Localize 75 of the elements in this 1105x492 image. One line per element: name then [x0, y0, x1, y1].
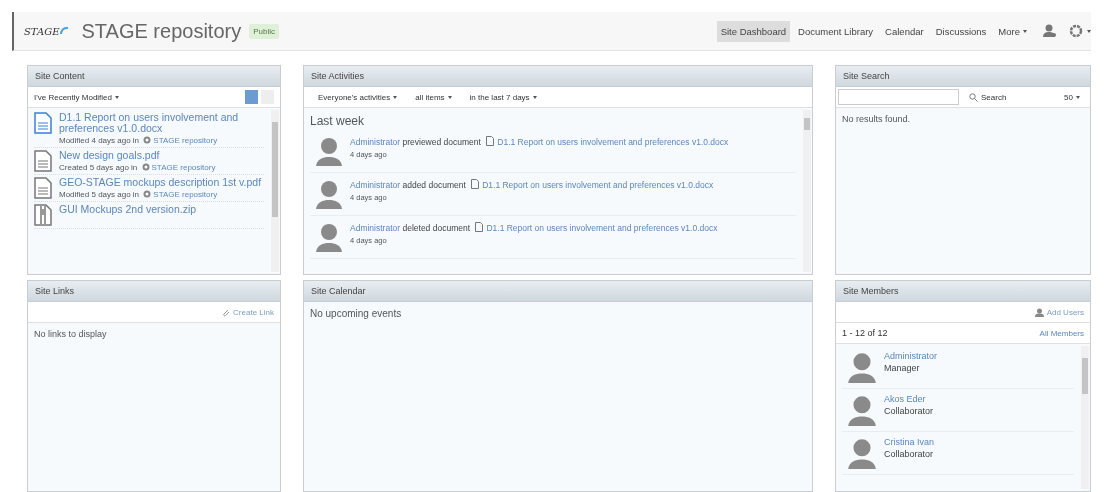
document-link[interactable]: New design goals.pdf: [59, 150, 216, 161]
panel-title: Site Calendar: [304, 281, 812, 302]
activity-text: Administrator deleted document D1.1 Report on users involvement and preferences v1.0.docx: [350, 222, 718, 233]
avatar-icon: [316, 136, 342, 166]
avatar-icon: [848, 437, 876, 469]
scrollbar[interactable]: [271, 110, 279, 272]
document-icon: [34, 150, 52, 172]
empty-message: No links to display: [33, 328, 108, 341]
nav-link[interactable]: Discussions: [931, 20, 991, 42]
empty-message: No results found.: [841, 113, 912, 126]
caret-icon: [115, 95, 119, 99]
member-name[interactable]: Akos Eder: [884, 394, 934, 404]
panel-title: Site Links: [28, 281, 280, 302]
nav-link[interactable]: More: [994, 20, 1031, 42]
panel-title: Site Search: [836, 66, 1090, 87]
visibility-label: Public: [249, 23, 279, 39]
filter-dropdown[interactable]: I've Recently Modified: [34, 92, 119, 102]
group-heading: Last week: [310, 114, 366, 128]
search-button[interactable]: Search: [969, 92, 1007, 102]
page-size-dropdown[interactable]: 50: [1064, 92, 1080, 102]
user-icon: [1034, 307, 1044, 317]
activity-text: Administrator added document D1.1 Report on users involvement and preferences v1.0.docx: [350, 179, 714, 190]
activity-text: Administrator previewed document D1.1 Report on users involvement and preferences v1.0.docx: [350, 136, 729, 147]
panel-title: Site Activities: [304, 66, 812, 87]
caret-icon: [1087, 29, 1091, 33]
site-title: STAGE repository: [81, 19, 242, 43]
site-icon: [143, 190, 152, 198]
all-members-link[interactable]: All Members: [1039, 328, 1084, 338]
document-icon: [34, 112, 52, 134]
nav-link[interactable]: Site Dashboard: [716, 20, 791, 42]
site-icon: [143, 136, 152, 144]
nav-link[interactable]: Calendar: [881, 20, 928, 42]
avatar-icon: [316, 179, 342, 209]
document-meta: Created 5 days ago in STAGE repository: [59, 163, 216, 172]
member-name[interactable]: Cristina Ivan: [884, 437, 935, 447]
document-icon: [471, 179, 480, 189]
nav-link[interactable]: Document Library: [794, 20, 878, 42]
member-role: Collaborator: [884, 449, 935, 459]
scrollbar[interactable]: [1081, 346, 1089, 489]
panel-title: Site Content: [28, 66, 280, 87]
site-icon: [141, 163, 150, 171]
view-toggle[interactable]: [245, 90, 258, 104]
document-link[interactable]: GEO-STAGE mockups description 1st v.pdf: [59, 177, 262, 188]
document-meta: Modified 5 days ago in STAGE repository: [59, 190, 219, 199]
caret-icon: [1023, 29, 1027, 33]
avatar-icon: [848, 351, 876, 383]
empty-message: No upcoming events: [309, 307, 403, 321]
avatar-icon: [316, 222, 342, 252]
archive-icon: [34, 204, 52, 226]
filter-dropdown[interactable]: in the last 7 days: [469, 92, 537, 102]
member-count: 1 - 12 of 12: [842, 328, 888, 338]
user-icon[interactable]: [1043, 24, 1057, 38]
filter-dropdown[interactable]: Everyone's activities: [318, 92, 398, 102]
caret-icon: [447, 95, 452, 99]
search-field[interactable]: [838, 89, 959, 105]
caret-icon: [393, 95, 398, 99]
document-icon: [475, 222, 484, 232]
document-link[interactable]: D1.1 Report on users involvement and preferences v1.0.docx: [59, 112, 264, 134]
member-role: Collaborator: [884, 406, 934, 416]
panel-title: Site Members: [836, 281, 1090, 302]
settings-icon[interactable]: [1069, 24, 1083, 38]
document-icon: [34, 177, 52, 199]
document-icon: [486, 136, 495, 146]
filter-dropdown[interactable]: all items: [415, 92, 452, 102]
member-name[interactable]: Administrator: [884, 351, 937, 361]
search-icon: [969, 92, 978, 102]
document-meta: Modified 4 days ago in STAGE repository: [59, 136, 219, 145]
scrollbar[interactable]: [803, 110, 811, 272]
document-link[interactable]: GUI Mockups 2nd version.zip: [59, 204, 197, 215]
caret-icon: [532, 95, 537, 99]
logo: STAGE: [24, 25, 70, 37]
caret-icon: [1076, 95, 1080, 99]
arc-icon: [60, 27, 70, 35]
member-role: Manager: [884, 363, 921, 373]
avatar-icon: [848, 394, 876, 426]
